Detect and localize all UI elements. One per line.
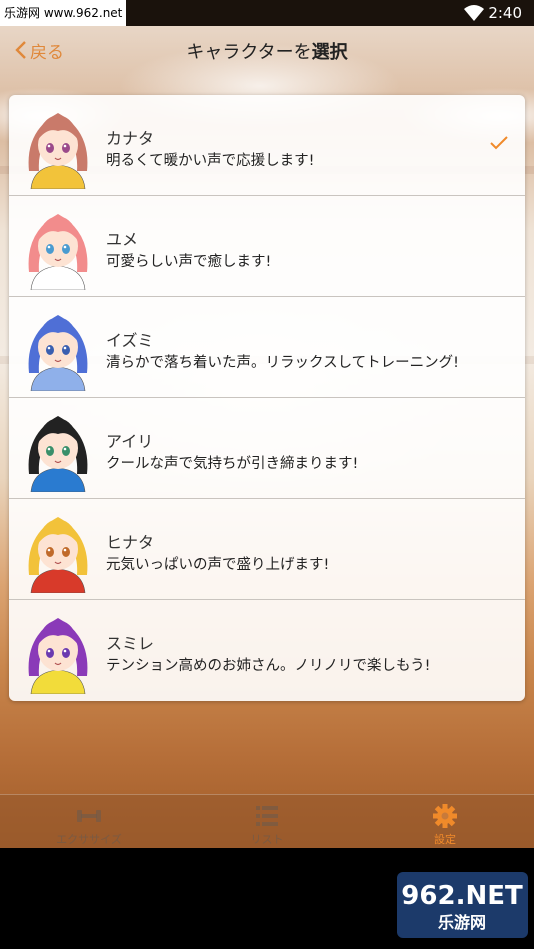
tab-label: リスト: [250, 833, 284, 846]
dumbbell-icon: [77, 810, 101, 822]
wifi-icon: [464, 5, 484, 21]
list-icon: [256, 806, 278, 826]
character-row-yume[interactable]: ユメ 可愛らしい声で癒します!: [9, 196, 525, 297]
watermark-brand: 962.NET: [401, 881, 523, 911]
title-prefix: キャラクターを: [186, 42, 312, 63]
character-description: クールな声で気持ちが引き締まります!: [106, 456, 359, 472]
watermark-text: 乐游网 www.962.net: [0, 0, 127, 26]
character-name: イズミ: [106, 331, 154, 350]
tab-label: エクササイズ: [56, 833, 122, 846]
page-title: キャラクターを選択: [0, 38, 534, 64]
character-list: カナタ 明るくて暖かい声で応援します! ユメ 可愛らしい声で癒します! イズミ …: [9, 95, 525, 701]
character-name: カナタ: [106, 129, 155, 148]
watermark-sub: 乐游网: [438, 913, 486, 932]
watermark-logo: 962.NET 乐游网: [397, 872, 528, 938]
character-row-izumi[interactable]: イズミ 清らかで落ち着いた声。リラックスしてトレーニング!: [9, 297, 525, 398]
avatar: [17, 606, 99, 695]
clock: 2:40: [488, 4, 522, 22]
character-name: ユメ: [106, 230, 139, 249]
gear-icon: [433, 804, 457, 828]
tab-settings[interactable]: 設定: [356, 795, 534, 848]
title-bold: 選択: [311, 42, 348, 63]
character-name: スミレ: [106, 634, 155, 653]
avatar: [17, 505, 99, 594]
avatar: [17, 303, 99, 392]
tab-exercise[interactable]: エクササイズ: [0, 795, 178, 848]
character-row-airi[interactable]: アイリ クールな声で気持ちが引き締まります!: [9, 398, 525, 499]
character-description: 清らかで落ち着いた声。リラックスしてトレーニング!: [106, 355, 459, 371]
app-screen: 戻る キャラクターを選択 カナタ 明るくて暖かい声で応援します! ユメ 可愛らし…: [0, 26, 534, 848]
tab-bar: エクササイズ リスト 設定: [0, 794, 534, 848]
avatar: [17, 101, 99, 190]
character-name: アイリ: [106, 432, 154, 451]
character-name: ヒナタ: [106, 533, 155, 552]
checkmark-icon: [490, 136, 508, 150]
avatar: [17, 404, 99, 493]
character-row-kanata[interactable]: カナタ 明るくて暖かい声で応援します!: [9, 95, 525, 196]
status-bar: 乐游网 www.962.net 2:40: [0, 0, 534, 26]
character-description: 可愛らしい声で癒します!: [106, 254, 272, 270]
avatar: [17, 202, 99, 291]
tab-list[interactable]: リスト: [178, 795, 356, 848]
character-description: 元気いっぱいの声で盛り上げます!: [106, 557, 330, 573]
character-row-sumire[interactable]: スミレ テンション高めのお姉さん。ノリノリで楽しもう!: [9, 600, 525, 701]
tab-label: 設定: [434, 833, 456, 846]
header: 戻る キャラクターを選択: [0, 26, 534, 74]
character-description: 明るくて暖かい声で応援します!: [106, 153, 315, 169]
character-description: テンション高めのお姉さん。ノリノリで楽しもう!: [106, 658, 431, 674]
character-row-hinata[interactable]: ヒナタ 元気いっぱいの声で盛り上げます!: [9, 499, 525, 600]
